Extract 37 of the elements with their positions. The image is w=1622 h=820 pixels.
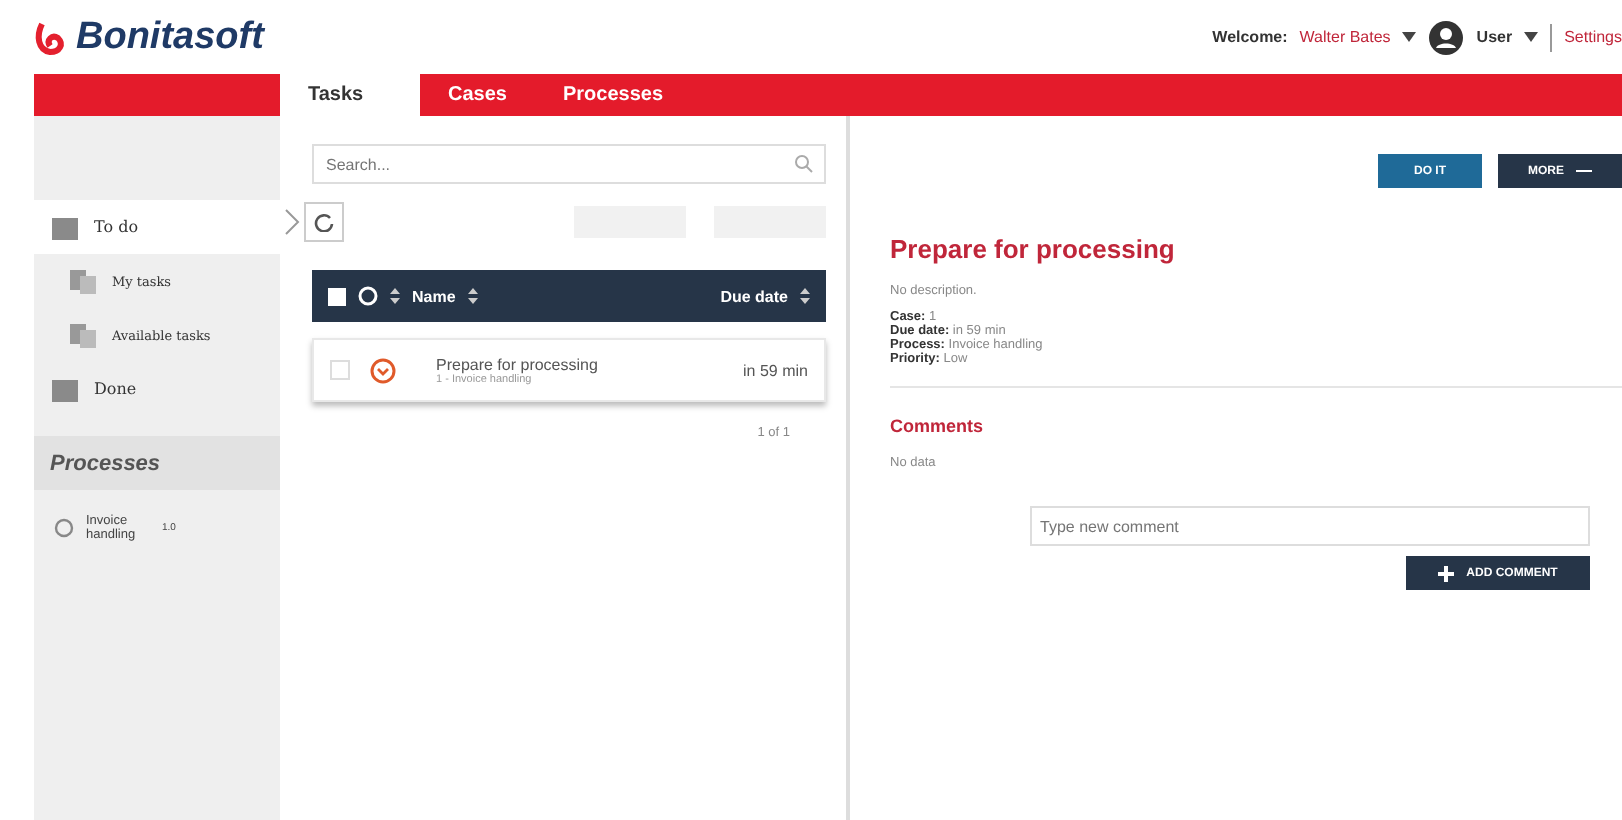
logo[interactable]: Bonitasoft <box>34 15 264 59</box>
column-header[interactable]: Name <box>412 287 456 305</box>
comment-field[interactable]: Type new comment <box>1030 506 1590 546</box>
checkbox[interactable] <box>330 360 350 380</box>
sort-icon[interactable] <box>390 288 400 304</box>
circle-icon <box>54 518 74 538</box>
logo-text: Bonitasoft <box>76 15 264 59</box>
sort-icon[interactable] <box>467 288 478 304</box>
sidebar-item[interactable]: To do <box>34 200 280 254</box>
nav-tab[interactable]: Processes <box>534 74 692 116</box>
checkbox[interactable] <box>328 287 346 305</box>
priority-icon <box>370 357 396 383</box>
welcome-label: Welcome: <box>1212 28 1288 46</box>
search-field[interactable]: Search... <box>312 144 826 184</box>
caret-icon[interactable] <box>1524 32 1539 42</box>
settings-link[interactable]: Settings <box>1564 28 1622 46</box>
sidebar-item[interactable]: Done <box>34 362 280 416</box>
logo-icon <box>34 19 70 55</box>
comments-heading: Comments <box>890 416 986 436</box>
avatar-icon <box>1428 19 1465 55</box>
refresh-icon <box>314 212 334 232</box>
nav-tab[interactable]: Tasks <box>280 74 420 116</box>
nav-tab[interactable]: Cases <box>420 74 535 116</box>
caret-icon[interactable] <box>1402 32 1417 42</box>
user-name[interactable]: Walter Bates <box>1299 28 1391 46</box>
profile-label[interactable]: User <box>1476 28 1513 46</box>
task-title: Prepare for processing <box>890 234 1177 264</box>
sort-icon[interactable] <box>800 288 810 304</box>
due-date: in 59 min <box>743 361 808 379</box>
processes-heading: Processes <box>34 436 280 490</box>
plus-icon <box>1438 565 1455 581</box>
search-icon <box>794 154 814 174</box>
refresh-button[interactable] <box>304 202 344 242</box>
column-header[interactable]: Due date <box>720 287 788 305</box>
chevron-icon[interactable] <box>284 208 300 236</box>
circle-icon[interactable] <box>358 286 378 306</box>
task-name: Prepare for processing <box>436 355 600 373</box>
